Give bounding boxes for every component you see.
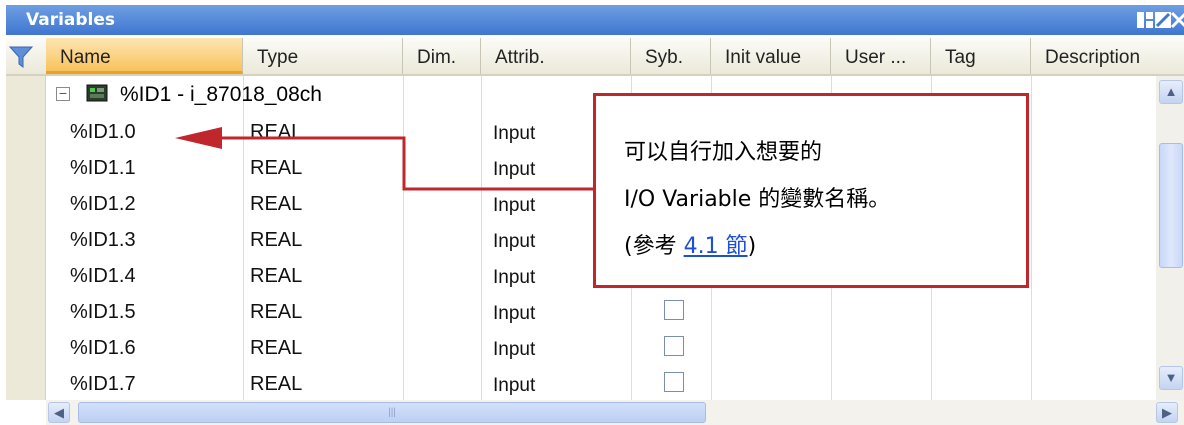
syb-checkbox[interactable] [664, 300, 684, 320]
row-gutter [6, 76, 46, 400]
vertical-scrollbar[interactable]: ▲ ▼ [1156, 76, 1184, 400]
variable-name[interactable]: %ID1.6 [70, 328, 136, 364]
column-header-type[interactable]: Type [243, 38, 403, 74]
variable-type[interactable]: REAL [250, 112, 302, 148]
scroll-down-icon[interactable]: ▼ [1159, 366, 1183, 390]
column-header-attrib[interactable]: Attrib. [481, 38, 631, 74]
column-header-description[interactable]: Description [1031, 38, 1184, 74]
variable-type[interactable]: REAL [250, 220, 302, 256]
table-row[interactable]: %ID1.7 REAL Input [46, 364, 1156, 400]
syb-checkbox[interactable] [664, 336, 684, 356]
column-header-user[interactable]: User ... [831, 38, 931, 74]
annotation-callout: 可以自行加入想要的 I/O Variable 的變數名稱。 (參考 4.1 節) [593, 93, 1029, 288]
callout-variable-name-text: 的變數名稱。 [751, 187, 891, 212]
horizontal-scrollbar[interactable]: ◀ ||| ▶ [46, 400, 1184, 425]
variable-type[interactable]: REAL [250, 292, 302, 328]
variable-name[interactable]: %ID1.7 [70, 364, 136, 400]
table-row[interactable]: %ID1.5 REAL Input [46, 292, 1156, 328]
variable-attrib[interactable]: Input [493, 148, 535, 184]
collapse-icon[interactable]: − [56, 86, 70, 101]
variable-attrib[interactable]: Input [493, 256, 535, 292]
variable-name[interactable]: %ID1.0 [70, 112, 136, 148]
callout-reference-suffix: ) [747, 234, 757, 259]
variable-name[interactable]: %ID1.4 [70, 256, 136, 292]
column-header-syb[interactable]: Syb. [631, 38, 711, 74]
group-label: %ID1 - i_87018_08ch [120, 83, 322, 106]
scroll-up-icon[interactable]: ▲ [1159, 80, 1183, 104]
window-titlebar: Variables [6, 5, 1184, 35]
callout-line-3: (參考 4.1 節) [624, 228, 756, 260]
variable-attrib[interactable]: Input [493, 220, 535, 256]
device-icon [86, 84, 108, 102]
variable-type[interactable]: REAL [250, 256, 302, 292]
scroll-left-icon[interactable]: ◀ [48, 402, 70, 423]
variable-attrib[interactable]: Input [493, 292, 535, 328]
variable-type[interactable]: REAL [250, 328, 302, 364]
variable-name[interactable]: %ID1.3 [70, 220, 136, 256]
scroll-right-icon[interactable]: ▶ [1156, 402, 1178, 423]
variable-type[interactable]: REAL [250, 364, 302, 400]
variable-attrib[interactable]: Input [493, 328, 535, 364]
variable-type[interactable]: REAL [250, 184, 302, 220]
variable-name[interactable]: %ID1.5 [70, 292, 136, 328]
variable-attrib[interactable]: Input [493, 364, 535, 400]
column-header-row: Name Type Dim. Attrib. Syb. Init value U… [6, 38, 1184, 76]
callout-io-variable: I/O Variable [624, 187, 752, 212]
column-header-name[interactable]: Name [46, 38, 243, 74]
callout-reference-prefix: (參考 [624, 234, 684, 259]
column-header-init-value[interactable]: Init value [711, 38, 831, 74]
section-reference-link[interactable]: 4.1 節 [684, 234, 748, 259]
column-header-dim[interactable]: Dim. [403, 38, 481, 74]
syb-checkbox[interactable] [664, 372, 684, 392]
horizontal-scroll-thumb[interactable]: ||| [78, 402, 706, 423]
table-row[interactable]: %ID1.6 REAL Input [46, 328, 1156, 364]
close-icon[interactable] [1170, 11, 1184, 29]
variable-name[interactable]: %ID1.1 [70, 148, 136, 184]
variable-name[interactable]: %ID1.2 [70, 184, 136, 220]
variable-type[interactable]: REAL [250, 148, 302, 184]
dock-icon[interactable] [1136, 11, 1154, 29]
window-title: Variables [26, 10, 116, 30]
variable-attrib[interactable]: Input [493, 112, 535, 148]
callout-line-1: 可以自行加入想要的 [624, 140, 823, 165]
filter-icon[interactable] [8, 44, 34, 70]
variable-attrib[interactable]: Input [493, 184, 535, 220]
vertical-scroll-thumb[interactable] [1159, 143, 1183, 268]
callout-line-2: I/O Variable 的變數名稱。 [624, 181, 890, 213]
column-header-tag[interactable]: Tag [931, 38, 1031, 74]
